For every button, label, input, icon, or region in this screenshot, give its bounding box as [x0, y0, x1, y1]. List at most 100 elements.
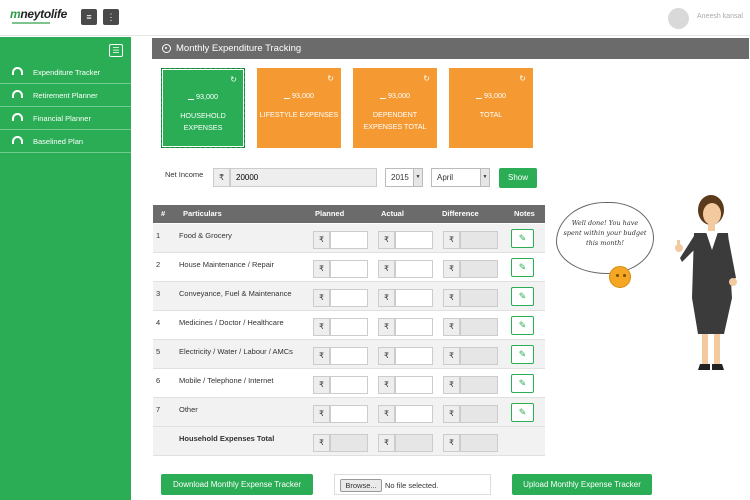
bar-chart-icon	[188, 95, 194, 100]
upload-tracker-button[interactable]: Upload Monthly Expense Tracker	[512, 474, 652, 495]
actual-input[interactable]	[395, 318, 433, 336]
actual-input[interactable]	[395, 289, 433, 307]
edit-note-button[interactable]: ✎	[511, 403, 534, 422]
difference-field	[460, 231, 498, 249]
summary-card-lifestyle[interactable]: ↻ 93,000 LIFESTYLE EXPENSES	[257, 68, 341, 148]
moneytolife-logo[interactable]: mneytolife	[10, 7, 67, 21]
sidebar-item-label: Retirement Planner	[33, 91, 98, 100]
user-name[interactable]: Aneesh kansal	[697, 13, 743, 20]
edit-note-button[interactable]: ✎	[511, 345, 534, 364]
download-tracker-button[interactable]: Download Monthly Expense Tracker	[161, 474, 313, 495]
actual-input[interactable]	[395, 405, 433, 423]
col-particulars: Particulars	[183, 209, 222, 218]
summary-card-total[interactable]: ↻ 93,000 TOTAL	[449, 68, 533, 148]
pencil-icon: ✎	[518, 378, 527, 388]
rupee-addon: ₹	[378, 434, 395, 452]
difference-field	[460, 260, 498, 278]
planned-input[interactable]	[330, 231, 368, 249]
rupee-addon: ₹	[378, 405, 395, 423]
table-row: 4 Medicines / Doctor / Healthcare ₹ ₹ ₹ ✎	[153, 311, 545, 340]
rupee-addon: ₹	[313, 434, 330, 452]
planned-input[interactable]	[330, 376, 368, 394]
actual-input[interactable]	[395, 231, 433, 249]
bar-chart-icon	[476, 94, 482, 99]
sidebar-toggle-button[interactable]: ☰	[109, 44, 123, 57]
actual-input[interactable]	[395, 260, 433, 278]
sidebar: ☰ Expenditure Tracker Retirement Planner…	[0, 37, 131, 500]
planned-input[interactable]	[330, 289, 368, 307]
summary-card-household[interactable]: ↻ 93,000 HOUSEHOLD EXPENSES	[161, 68, 245, 148]
rupee-addon: ₹	[378, 260, 395, 278]
year-select[interactable]: 2015 ▼	[385, 168, 423, 187]
planned-total-field	[330, 434, 368, 452]
pencil-icon: ✎	[518, 349, 527, 359]
difference-field	[460, 405, 498, 423]
target-icon	[162, 44, 171, 53]
sidebar-item-expenditure-tracker[interactable]: Expenditure Tracker	[0, 61, 131, 84]
rupee-addon: ₹	[213, 168, 230, 187]
row-particulars: Medicines / Doctor / Healthcare	[179, 318, 284, 327]
pencil-icon: ✎	[518, 320, 527, 330]
rupee-addon: ₹	[313, 289, 330, 307]
hamburger-menu-button[interactable]: ≡	[81, 9, 97, 25]
refresh-icon[interactable]: ↻	[423, 74, 430, 83]
page-title: Monthly Expenditure Tracking	[176, 43, 302, 54]
pencil-icon: ✎	[518, 291, 527, 301]
planned-input[interactable]	[330, 318, 368, 336]
edit-note-button[interactable]: ✎	[511, 287, 534, 306]
sidebar-item-retirement-planner[interactable]: Retirement Planner	[0, 84, 131, 107]
file-status: No file selected.	[385, 481, 439, 490]
edit-note-button[interactable]: ✎	[511, 374, 534, 393]
row-particulars: Electricity / Water / Labour / AMCs	[179, 347, 293, 356]
planned-input[interactable]	[330, 405, 368, 423]
row-number: 4	[156, 318, 161, 327]
card-label: HOUSEHOLD EXPENSES	[180, 111, 226, 132]
total-label: Household Expenses Total	[179, 434, 275, 443]
more-options-button[interactable]: ⋮	[103, 9, 119, 25]
col-difference: Difference	[442, 209, 479, 218]
rupee-addon: ₹	[313, 318, 330, 336]
avatar[interactable]	[668, 8, 689, 29]
sidebar-item-financial-planner[interactable]: Financial Planner	[0, 107, 131, 130]
refresh-icon[interactable]: ↻	[327, 74, 334, 83]
row-particulars: Food & Grocery	[179, 231, 232, 240]
refresh-icon[interactable]: ↻	[230, 75, 237, 84]
rupee-addon: ₹	[313, 231, 330, 249]
file-input[interactable]: Browse... No file selected.	[334, 474, 491, 495]
table-row: 7 Other ₹ ₹ ₹ ✎	[153, 398, 545, 427]
logo-underline	[12, 22, 50, 24]
net-income-input[interactable]	[230, 168, 377, 187]
planned-input[interactable]	[330, 347, 368, 365]
net-income-label: Net Income	[165, 170, 204, 179]
actual-input[interactable]	[395, 376, 433, 394]
rupee-addon: ₹	[443, 405, 460, 423]
table-row-total: Household Expenses Total ₹ ₹ ₹	[153, 427, 545, 456]
rupee-addon: ₹	[378, 376, 395, 394]
planned-input[interactable]	[330, 260, 368, 278]
difference-total-field	[460, 434, 498, 452]
month-select[interactable]: April ▼	[431, 168, 490, 187]
bar-chart-icon	[380, 94, 386, 99]
rupee-addon: ₹	[313, 347, 330, 365]
refresh-icon[interactable]: ↻	[519, 74, 526, 83]
edit-note-button[interactable]: ✎	[511, 229, 534, 248]
difference-field	[460, 289, 498, 307]
card-label: DEPENDENT EXPENSES TOTAL	[363, 110, 427, 131]
difference-field	[460, 347, 498, 365]
row-number: 7	[156, 405, 161, 414]
bar-chart-icon	[284, 94, 290, 99]
show-button[interactable]: Show	[499, 168, 537, 188]
sidebar-item-label: Baselined Plan	[33, 137, 84, 146]
actual-input[interactable]	[395, 347, 433, 365]
pencil-icon: ✎	[518, 262, 527, 272]
row-number: 6	[156, 376, 161, 385]
browse-button[interactable]: Browse...	[340, 479, 382, 492]
list-numbered-icon: ☰	[112, 46, 120, 55]
actual-total-field	[395, 434, 433, 452]
edit-note-button[interactable]: ✎	[511, 258, 534, 277]
edit-note-button[interactable]: ✎	[511, 316, 534, 335]
sidebar-item-baselined-plan[interactable]: Baselined Plan	[0, 130, 131, 153]
summary-card-dependent[interactable]: ↻ 93,000 DEPENDENT EXPENSES TOTAL	[353, 68, 437, 148]
pencil-icon: ✎	[518, 233, 527, 243]
dashboard-icon	[12, 113, 23, 121]
